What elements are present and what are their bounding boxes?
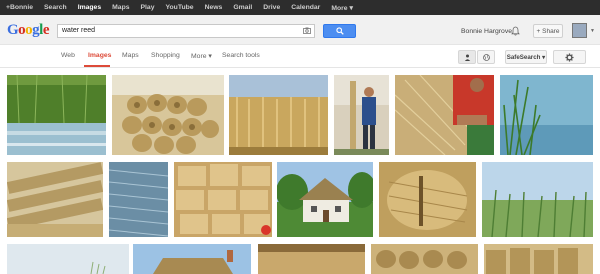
image-result-12[interactable] — [482, 162, 593, 237]
image-result-13[interactable] — [7, 244, 129, 274]
image-result-2[interactable] — [112, 75, 224, 155]
image-thumb — [500, 75, 593, 155]
image-result-14[interactable] — [133, 244, 251, 274]
image-thumb — [334, 75, 389, 155]
image-thumb — [258, 244, 365, 274]
image-result-17[interactable] — [484, 244, 593, 274]
image-result-11[interactable] — [379, 162, 476, 237]
image-thumb — [174, 162, 272, 237]
image-thumb — [482, 162, 593, 237]
image-result-4[interactable] — [334, 75, 389, 155]
image-result-16[interactable] — [371, 244, 478, 274]
image-thumb — [484, 244, 593, 274]
image-result-9[interactable] — [174, 162, 272, 237]
image-result-1[interactable] — [7, 75, 106, 155]
image-results — [0, 0, 600, 274]
image-result-5[interactable] — [395, 75, 494, 155]
image-thumb — [229, 75, 328, 155]
image-thumb — [109, 162, 168, 237]
image-thumb — [7, 75, 106, 155]
image-result-10[interactable] — [277, 162, 373, 237]
image-thumb — [7, 244, 129, 274]
image-thumb — [112, 75, 224, 155]
image-thumb — [371, 244, 478, 274]
image-thumb — [395, 75, 494, 155]
image-thumb — [277, 162, 373, 237]
image-thumb — [7, 162, 103, 237]
image-result-7[interactable] — [7, 162, 103, 237]
image-result-6[interactable] — [500, 75, 593, 155]
image-thumb — [379, 162, 476, 237]
image-result-8[interactable] — [109, 162, 168, 237]
image-thumb — [133, 244, 251, 274]
image-result-15[interactable] — [258, 244, 365, 274]
image-result-3[interactable] — [229, 75, 328, 155]
